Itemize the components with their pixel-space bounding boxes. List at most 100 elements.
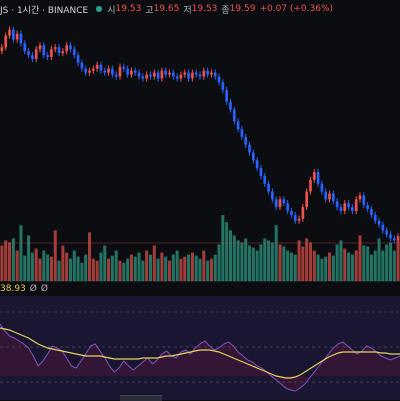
candle (133, 70, 137, 73)
candle (4, 35, 8, 48)
scroll-handle[interactable] (120, 395, 162, 401)
candle (229, 101, 232, 110)
candle (381, 224, 385, 231)
volume-bar (293, 254, 297, 281)
volume-bar (145, 250, 149, 281)
candle (373, 214, 377, 221)
volume-bar (133, 256, 137, 281)
candle (328, 193, 331, 200)
candle (168, 72, 171, 75)
candle (15, 33, 19, 40)
candle (274, 199, 278, 208)
chart-header: JS · 1시간 · BINANCE 시 19.53 고 19.65 저 19.… (0, 2, 337, 16)
high-value: 19.65 (153, 4, 180, 14)
volume-bar (8, 242, 12, 281)
candle (175, 76, 179, 79)
candle (8, 29, 11, 36)
candle (210, 72, 213, 75)
candle (267, 183, 270, 192)
candle (278, 199, 282, 208)
volume-bar (107, 258, 111, 281)
volume-bar (232, 235, 236, 281)
volume-bar (0, 245, 4, 281)
volume-bar (4, 240, 8, 281)
volume-bar (240, 242, 244, 281)
volume-bar (46, 254, 50, 281)
candle (263, 175, 267, 184)
low-label: 저 (183, 5, 192, 16)
volume-bar (194, 255, 198, 281)
volume-bar (65, 252, 69, 281)
candle (152, 72, 156, 77)
candle (362, 195, 366, 206)
candle (385, 230, 388, 235)
candle (225, 90, 228, 102)
candle (65, 45, 68, 52)
candle (145, 74, 148, 79)
candle (42, 45, 46, 56)
change-value: +0.07 (+0.36%) (259, 4, 334, 14)
open-label: 시 (107, 5, 116, 16)
volume-bar (209, 258, 213, 281)
volume-bar (221, 215, 225, 281)
volume-bar (126, 258, 130, 281)
market-status-icon (96, 6, 103, 12)
candle (293, 214, 297, 221)
volume-bar (392, 250, 396, 281)
volume-bar (187, 254, 191, 281)
indicator-value: 38.93 (0, 284, 26, 294)
volume-bar (198, 258, 202, 281)
volume-bar (282, 246, 286, 281)
close-label: 종 (221, 5, 230, 16)
price-chart[interactable] (0, 0, 400, 400)
volume-bar (175, 250, 179, 281)
volume-bar (11, 238, 15, 281)
symbol-label[interactable]: JS · 1시간 · BINANCE (0, 3, 88, 16)
volume-bar (320, 258, 324, 281)
volume-bar (385, 244, 389, 281)
volume-bar (331, 255, 335, 281)
candle (202, 70, 206, 77)
candle (88, 70, 91, 73)
close-value: 19.59 (229, 4, 256, 14)
candle (76, 55, 80, 63)
candle (351, 207, 354, 212)
volume-bar (274, 225, 278, 281)
volume-bar (206, 260, 210, 281)
volume-bar (251, 247, 255, 281)
volume-bar (160, 252, 164, 281)
candle (320, 183, 324, 192)
volume-bar (148, 254, 152, 281)
volume-bar (236, 240, 240, 281)
candle (255, 160, 259, 169)
candle (194, 72, 198, 75)
volume-bar (57, 260, 61, 281)
volume-bar (343, 248, 347, 281)
volume-bar (324, 256, 328, 281)
candle (57, 47, 61, 54)
candle (309, 179, 312, 192)
candle (99, 64, 103, 71)
candle (343, 203, 347, 212)
candle (259, 168, 263, 176)
candle (206, 70, 209, 75)
volume-bar (263, 238, 267, 281)
volume-bar (366, 246, 370, 281)
candle (244, 136, 248, 145)
volume-bar (255, 250, 259, 281)
candle (332, 193, 335, 202)
volume-bar (244, 238, 248, 281)
volume-bar (84, 254, 88, 281)
candle (324, 191, 328, 200)
candle (46, 55, 49, 58)
candle (38, 45, 42, 50)
candle (107, 68, 110, 73)
volume-bar (339, 240, 343, 281)
candle (118, 66, 122, 77)
volume-bar (228, 230, 232, 281)
volume-bar (267, 240, 271, 281)
volume-bar (38, 258, 42, 281)
volume-bar (99, 252, 103, 281)
candle (252, 152, 255, 161)
volume-bar (76, 256, 80, 281)
